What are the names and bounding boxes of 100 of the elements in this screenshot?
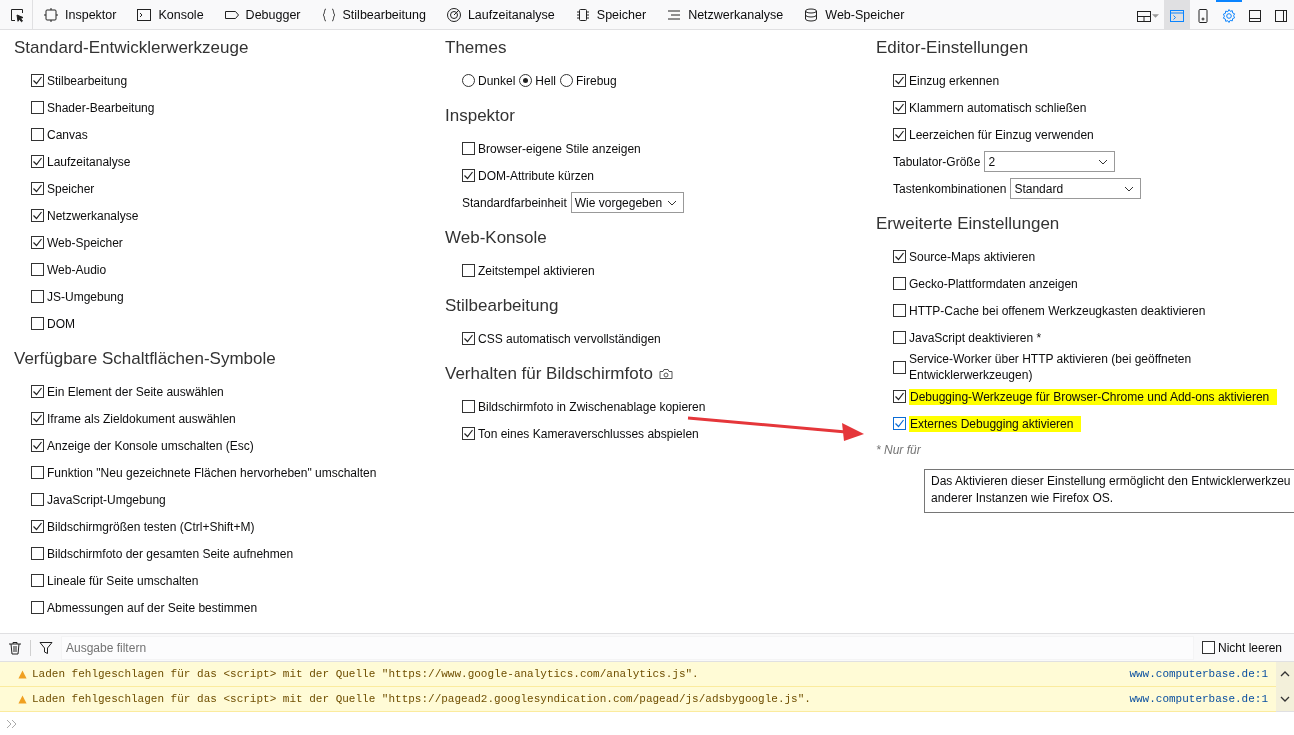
checkbox[interactable]	[31, 601, 44, 614]
checkbox[interactable]	[31, 412, 44, 425]
radio-label: Firebug	[576, 73, 617, 88]
option-label: JavaScript-Umgebung	[47, 491, 166, 508]
checkbox[interactable]	[462, 400, 475, 413]
radio-label: Hell	[535, 73, 557, 88]
checkbox[interactable]	[31, 493, 44, 506]
section-heading: Inspektor	[445, 106, 515, 126]
option-label: Speicher	[47, 180, 95, 197]
toolbox-tab[interactable]: Stilbearbeitung	[310, 0, 436, 29]
checkbox[interactable]	[893, 74, 906, 87]
option-label: Leerzeichen für Einzug verwenden	[909, 126, 1094, 143]
checkbox[interactable]	[31, 155, 44, 168]
option-label: Debugging-Werkzeuge für Browser-Chrome und Add-ons aktivieren	[909, 388, 1278, 405]
checkbox[interactable]	[462, 427, 475, 440]
toolbox-tab[interactable]: Debugger	[213, 0, 311, 29]
checkbox[interactable]	[31, 547, 44, 560]
warning-icon	[18, 669, 27, 679]
checkbox[interactable]	[31, 520, 44, 533]
caret-icon	[666, 199, 677, 206]
section-heading: Erweiterte Einstellungen	[876, 214, 1060, 234]
checkbox[interactable]	[31, 74, 44, 87]
checkbox[interactable]	[462, 264, 475, 277]
option-label: Web-Audio	[47, 261, 107, 278]
checkbox[interactable]	[31, 439, 44, 452]
console-toggle-button[interactable]	[1164, 0, 1190, 29]
checkbox[interactable]	[893, 101, 906, 114]
checkbox[interactable]	[31, 236, 44, 249]
option-label: Lineale für Seite umschalten	[47, 572, 199, 589]
settings-icon	[1221, 7, 1237, 24]
scroll-up-icon[interactable]	[1280, 670, 1290, 679]
checkbox[interactable]	[893, 250, 906, 263]
toolbox-tab[interactable]: Netzwerkanalyse	[656, 0, 794, 29]
option-label: HTTP-Cache bei offenem Werkzeugkasten deaktivieren	[909, 302, 1206, 319]
checkbox[interactable]	[31, 263, 44, 276]
checkbox[interactable]	[31, 182, 44, 195]
toolbox-tab[interactable]: Laufzeitanalyse	[435, 0, 565, 29]
checkbox[interactable]	[893, 417, 906, 430]
source-link[interactable]: www.computerbase.de:1	[1129, 668, 1268, 680]
checkbox[interactable]	[893, 304, 906, 317]
trash-icon[interactable]	[8, 640, 22, 655]
filter-input[interactable]: Ausgabe filtern	[62, 637, 1193, 658]
checkbox[interactable]	[893, 331, 906, 344]
inspector-icon	[43, 6, 59, 23]
console-message: Laden fehlgeschlagen für das <script> mit der Quelle "https://www.google-analytics.com/analytics.js".	[32, 668, 700, 680]
option-label: Ein Element der Seite auswählen	[47, 383, 224, 400]
option-label: Gecko-Plattformdaten anzeigen	[909, 275, 1078, 292]
filter-icon[interactable]	[39, 640, 53, 655]
select-field[interactable]: Wie vorgegeben	[570, 192, 684, 213]
device-icon	[1195, 7, 1211, 24]
section-heading: Themes	[445, 38, 507, 58]
checkbox[interactable]	[31, 101, 44, 114]
console-toggle-icon	[1169, 7, 1185, 24]
scrollbar[interactable]	[1276, 662, 1294, 711]
toolbox-tab[interactable]: Inspektor	[33, 0, 127, 29]
caret-icon	[1124, 185, 1135, 192]
checkbox[interactable]	[462, 142, 475, 155]
option-label: Netzwerkanalyse	[47, 207, 139, 224]
checkbox[interactable]	[31, 209, 44, 222]
option-label: Einzug erkennen	[909, 72, 1000, 89]
checkbox[interactable]	[31, 466, 44, 479]
select-field[interactable]: 2	[984, 151, 1116, 172]
toolbox-tab[interactable]: Web-Speicher	[793, 0, 915, 29]
checkbox[interactable]	[31, 574, 44, 587]
checkbox[interactable]	[893, 128, 906, 141]
option-label: Service-Worker über HTTP aktivieren (bei geöffneten Entwicklerwerkzeugen)	[909, 351, 1193, 383]
select-field[interactable]: Standard	[1010, 178, 1142, 199]
checkbox[interactable]	[31, 128, 44, 141]
checkbox[interactable]	[1201, 641, 1215, 654]
option-label: Laufzeitanalyse	[47, 153, 131, 170]
checkbox[interactable]	[893, 277, 906, 290]
checkbox[interactable]	[31, 317, 44, 330]
option-label: Web-Speicher	[47, 234, 123, 251]
checkbox[interactable]	[462, 169, 475, 182]
option-label: Shader-Bearbeitung	[47, 99, 155, 116]
option-label: Bildschirmfoto in Zwischenablage kopieren	[478, 398, 706, 415]
option-label: Nicht leeren	[1217, 640, 1282, 655]
toolbox-tab[interactable]: Speicher	[564, 0, 657, 29]
option-label: Stilbearbeitung	[47, 72, 128, 89]
section-heading: Standard-Entwicklerwerkzeuge	[14, 38, 249, 58]
toolbox-tab[interactable]: Konsole	[126, 0, 214, 29]
option-label: Browser-eigene Stile anzeigen	[478, 140, 641, 157]
checkbox[interactable]	[31, 385, 44, 398]
checkbox[interactable]	[462, 332, 475, 345]
option-label: Anzeige der Konsole umschalten (Esc)	[47, 437, 254, 454]
source-link[interactable]: www.computerbase.de:1	[1129, 693, 1268, 705]
database-icon	[803, 6, 820, 23]
radio-label: Dunkel	[478, 73, 516, 88]
option-label: Canvas	[47, 126, 88, 143]
option-label: CSS automatisch vervollständigen	[478, 330, 661, 347]
dock-bottom-icon	[1247, 7, 1263, 24]
option-label: DOM	[47, 315, 75, 332]
checkbox[interactable]	[893, 390, 906, 403]
tooltip: Das Aktivieren dieser Einstellung ermöglicht den Entwicklerwerkzeu anderer Instanzen wie Firefox OS.	[924, 469, 1294, 513]
scroll-down-icon[interactable]	[1280, 694, 1290, 703]
dock-side-icon	[1273, 7, 1289, 24]
checkbox[interactable]	[31, 290, 44, 303]
console-message: Laden fehlgeschlagen für das <script> mit der Quelle "https://pagead2.googlesyndication.com/pagead/js/adsbygoogle.js".	[32, 693, 812, 705]
console-icon	[136, 6, 153, 23]
checkbox[interactable]	[893, 360, 906, 374]
